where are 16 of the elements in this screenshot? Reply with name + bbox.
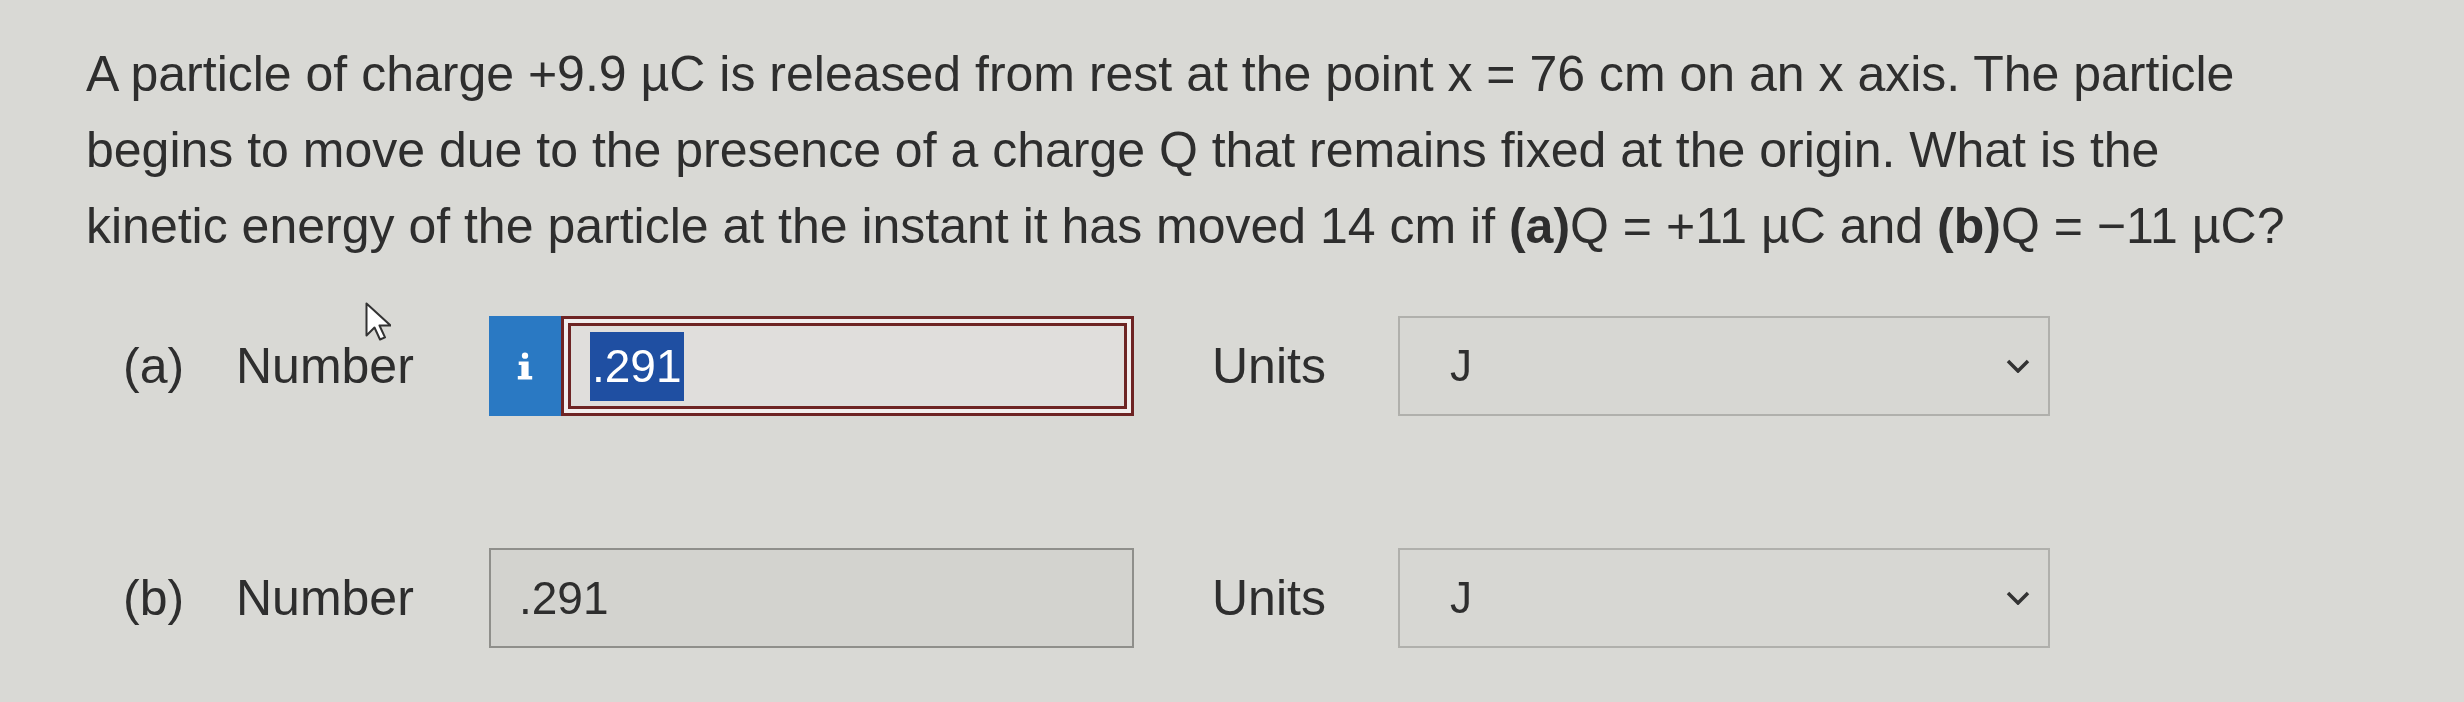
question-text: A particle of charge +9.9 µC is released from rest at the point x = 76 cm on an x axis. The particle begins to move due to the presence of a charge Q that remains fixed at the origin. What is the kinetic energy of the particle at the instant it has moved 14 cm if (a)Q = +11 µC and (b)Q = −11 µC? bbox=[86, 45, 2286, 256]
units-label: Units bbox=[1212, 568, 1327, 628]
mouse-pointer-icon bbox=[365, 302, 391, 342]
number-field[interactable]: .291 bbox=[561, 316, 1134, 416]
chevron-down-icon bbox=[2006, 591, 2030, 605]
part-label: (b) bbox=[123, 568, 186, 628]
units-label: Units bbox=[1212, 336, 1327, 396]
part-label: (a) bbox=[123, 336, 186, 396]
field-label: Number bbox=[236, 568, 415, 628]
units-dropdown[interactable]: J bbox=[1398, 548, 2050, 648]
info-icon bbox=[516, 352, 534, 380]
units-dropdown[interactable]: J bbox=[1398, 316, 2050, 416]
chevron-down-icon bbox=[2006, 359, 2030, 373]
field-label: Number bbox=[236, 336, 415, 396]
number-field[interactable]: .291 bbox=[489, 548, 1134, 648]
info-button[interactable] bbox=[489, 316, 561, 416]
